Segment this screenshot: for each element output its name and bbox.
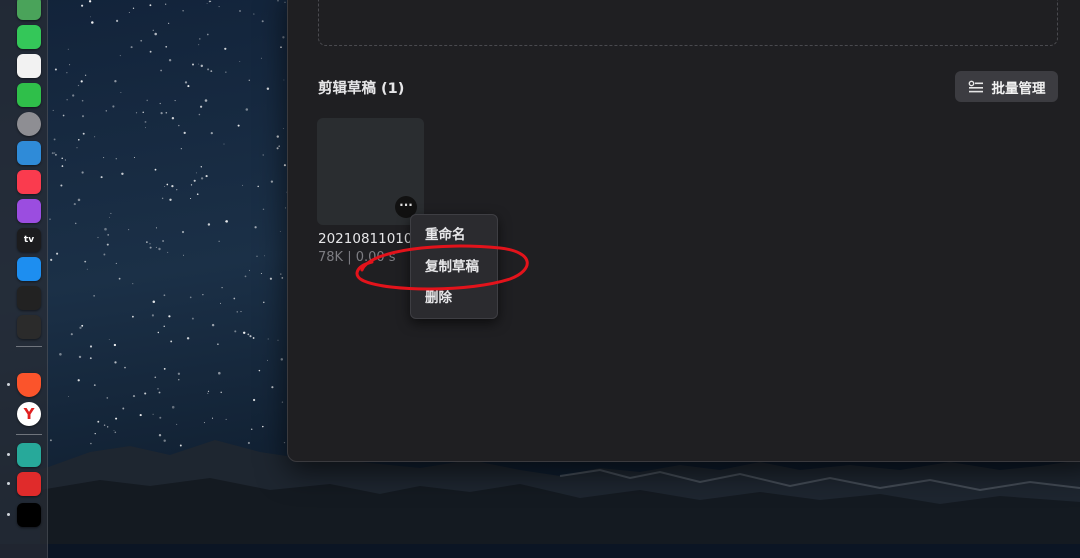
podcasts-icon[interactable] xyxy=(17,199,41,223)
dock-separator xyxy=(16,434,42,435)
list-settings-icon xyxy=(968,80,983,92)
capcut-icon[interactable] xyxy=(17,503,41,527)
dock-running-indicator xyxy=(7,383,10,386)
activity-monitor-icon[interactable] xyxy=(17,315,41,339)
brave-browser-icon[interactable] xyxy=(17,373,41,397)
terminal-icon[interactable] xyxy=(17,286,41,310)
menu-item-duplicate-draft[interactable]: 复制草稿 xyxy=(425,257,479,277)
music-icon[interactable] xyxy=(17,170,41,194)
app-store-icon[interactable] xyxy=(17,257,41,281)
facetime-icon[interactable] xyxy=(17,83,41,107)
dock-running-indicator xyxy=(7,482,10,485)
draft-meta: 78K | 0.00 s xyxy=(318,250,396,265)
batch-manage-label: 批量管理 xyxy=(991,80,1046,97)
menu-item-delete[interactable]: 删除 xyxy=(425,288,452,308)
dock-running-indicator xyxy=(7,513,10,516)
menu-item-rename[interactable]: 重命名 xyxy=(425,225,466,245)
dock-running-indicator xyxy=(7,453,10,456)
drafts-section-title: 剪辑草稿 (1) xyxy=(318,81,405,97)
yandex-browser-icon[interactable]: Y xyxy=(17,402,41,426)
context-menu: 重命名 复制草稿 删除 xyxy=(410,214,498,319)
apple-tv-icon[interactable]: tv xyxy=(17,228,41,252)
netease-music-icon[interactable] xyxy=(17,472,41,496)
maps-icon[interactable] xyxy=(17,0,41,20)
messages-icon[interactable] xyxy=(17,25,41,49)
draft-name: 202108110101 xyxy=(318,231,422,247)
keynote-icon[interactable] xyxy=(17,141,41,165)
dock-separator xyxy=(16,346,42,347)
teal-app-icon[interactable] xyxy=(17,443,41,467)
batch-manage-button[interactable]: 批量管理 xyxy=(955,71,1058,102)
photos-icon[interactable] xyxy=(17,54,41,78)
system-preferences-icon[interactable] xyxy=(17,112,41,136)
import-dropzone[interactable] xyxy=(318,0,1058,46)
